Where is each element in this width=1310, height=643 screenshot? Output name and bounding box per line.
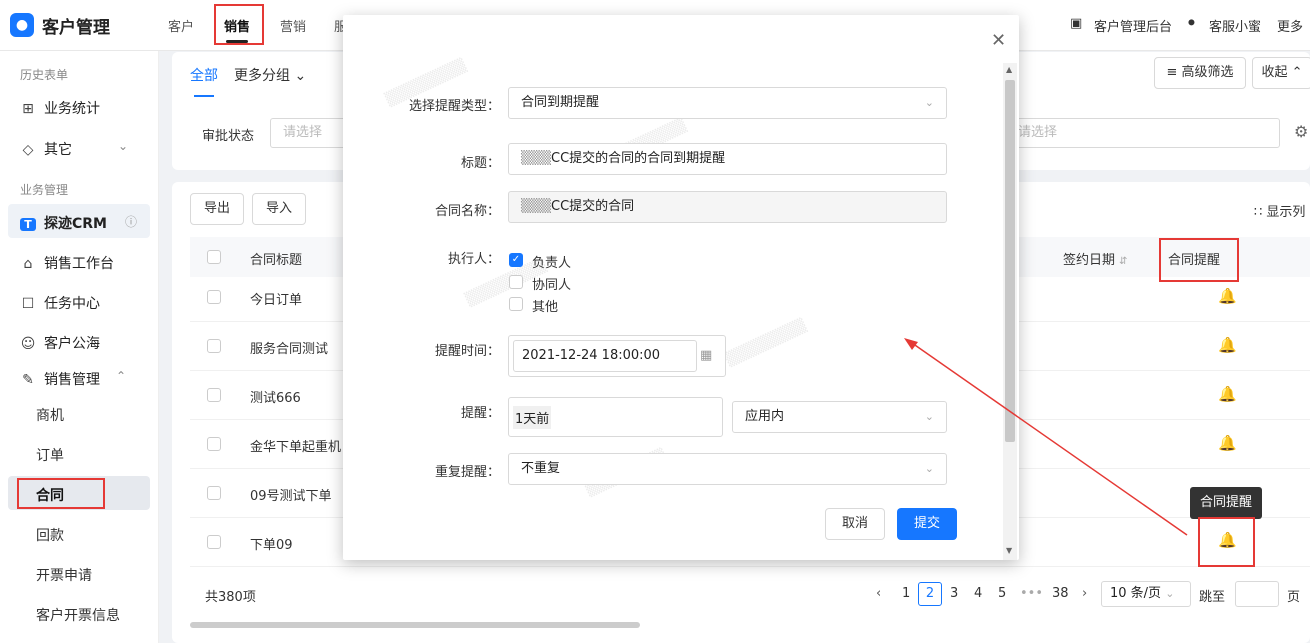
annotation-arrow	[904, 338, 1188, 536]
